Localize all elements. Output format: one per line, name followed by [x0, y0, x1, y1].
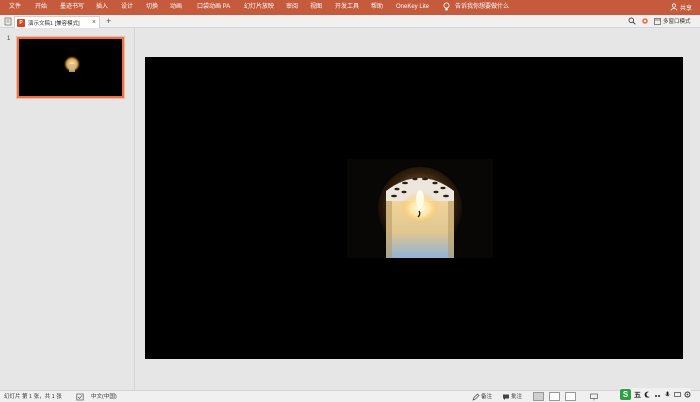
share-button[interactable]: 共享 — [670, 2, 692, 12]
ribbon: 文件 开始 墨迹书写 插入 设计 切换 动画 口袋动画 PA 幻灯片放映 审阅 … — [0, 0, 700, 15]
slide-count-label: 幻灯片 第 1 张，共 1 张 — [4, 394, 62, 400]
new-tab-button[interactable]: + — [106, 16, 111, 26]
microphone-icon[interactable] — [664, 391, 671, 398]
powerpoint-icon: P — [17, 18, 25, 27]
editing-canvas — [136, 28, 700, 390]
slide-number: 1 — [7, 36, 11, 42]
slide-thumbnail[interactable] — [16, 36, 125, 99]
document-tab-bar: P 演示文稿1 [兼容模式] × + 多窗口模式 — [0, 15, 700, 28]
sogou-logo-icon[interactable]: S — [620, 389, 631, 400]
gear-icon[interactable] — [641, 17, 649, 25]
ribbon-tab-transitions[interactable]: 切换 — [146, 3, 158, 12]
ribbon-tab-view[interactable]: 视图 — [310, 3, 322, 12]
punctuation-icon[interactable] — [654, 391, 661, 398]
slide-sorter-view-button[interactable] — [549, 392, 560, 401]
multi-window-label: 多窗口模式 — [663, 19, 691, 25]
ribbon-tab-pocket-animation[interactable]: 口袋动画 PA — [197, 3, 230, 12]
moon-icon[interactable] — [644, 391, 651, 398]
ribbon-tab-file[interactable]: 文件 — [9, 3, 21, 12]
tell-me-search[interactable]: 告诉我你想要做什么 — [455, 3, 509, 12]
ribbon-tab-ink[interactable]: 墨迹书写 — [60, 3, 84, 12]
ribbon-tab-design[interactable]: 设计 — [121, 3, 133, 12]
ribbon-tab-help[interactable]: 帮助 — [371, 3, 383, 12]
ribbon-tab-animations[interactable]: 动画 — [170, 3, 182, 12]
share-label: 共享 — [679, 5, 692, 12]
lightbulb-icon — [443, 2, 450, 11]
document-title: 演示文稿1 [兼容模式] — [28, 20, 80, 27]
slideshow-icon[interactable] — [590, 393, 598, 401]
ribbon-tab-home[interactable]: 开始 — [35, 3, 47, 12]
close-tab-button[interactable]: × — [92, 18, 96, 27]
comments-button[interactable]: 批注 — [511, 393, 522, 401]
ribbon-tab-onekey[interactable]: OneKey Lite — [396, 3, 429, 12]
ribbon-tab-review[interactable]: 审阅 — [286, 3, 298, 12]
notes-icon — [472, 393, 480, 401]
ribbon-tab-developer[interactable]: 开发工具 — [335, 3, 359, 12]
ribbon-tab-insert[interactable]: 插入 — [96, 3, 108, 12]
candle-image[interactable] — [347, 159, 493, 258]
spellcheck-icon[interactable] — [76, 393, 84, 401]
status-bar: 幻灯片 第 1 张，共 1 张 中文(中国) 备注 批注 — [0, 390, 700, 402]
document-tab[interactable]: P 演示文稿1 [兼容模式] × — [14, 16, 100, 28]
ribbon-tab-slideshow[interactable]: 幻灯片放映 — [244, 3, 274, 12]
notes-button[interactable]: 备注 — [481, 393, 492, 401]
slide-thumbnail-panel: 1 — [0, 28, 135, 390]
slide[interactable] — [145, 57, 683, 359]
multi-window-button[interactable]: 多窗口模式 — [654, 17, 691, 25]
window-icon — [654, 17, 661, 25]
keyboard-icon[interactable] — [674, 391, 681, 398]
normal-view-button[interactable] — [533, 392, 544, 401]
ime-toolbar: S 五 — [620, 388, 691, 401]
language-label[interactable]: 中文(中国) — [91, 393, 117, 401]
person-icon — [670, 3, 678, 11]
gear-icon[interactable] — [684, 391, 691, 398]
reading-view-button[interactable] — [565, 392, 576, 401]
document-list-icon[interactable] — [4, 17, 12, 26]
comment-icon — [503, 394, 509, 400]
candle-thumbnail-image — [63, 56, 81, 74]
search-icon[interactable] — [628, 17, 636, 25]
ime-mode-button[interactable]: 五 — [634, 390, 641, 400]
